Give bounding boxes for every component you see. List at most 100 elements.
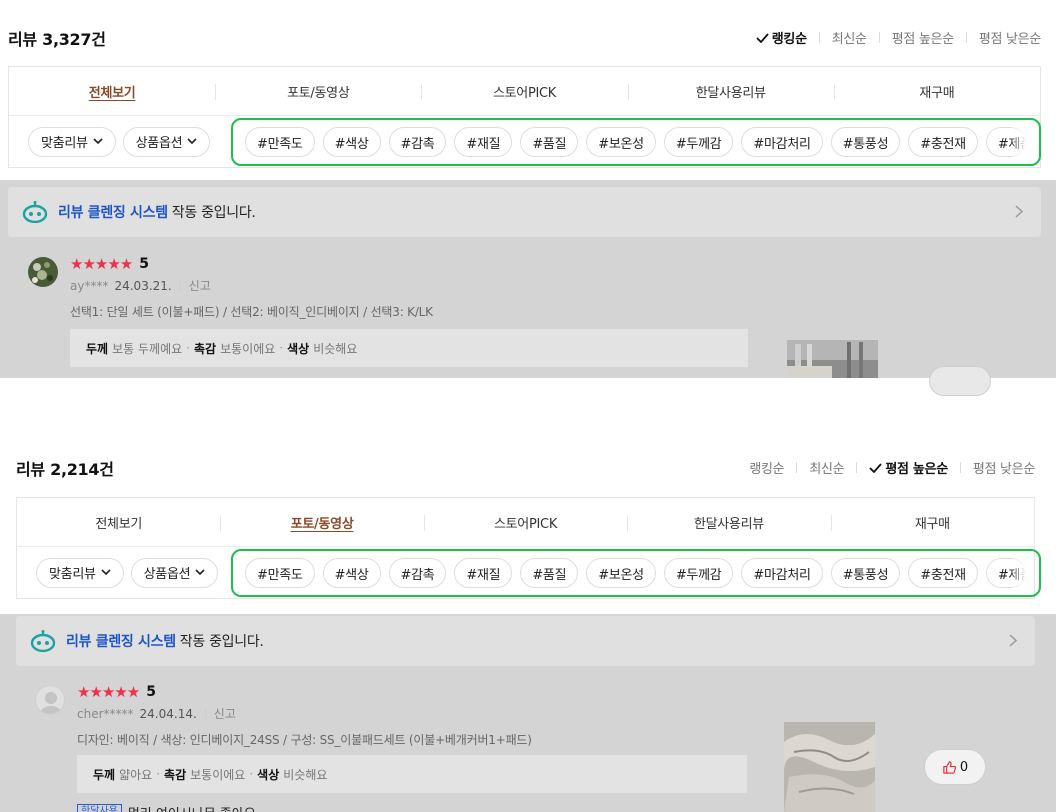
tab-photo-video[interactable]: 포토/동영상: [215, 67, 421, 115]
review-header: 리뷰 3,327건 랭킹순 최신순 평점 높은순 평점 낮은순: [0, 22, 1056, 52]
sort-rating-high[interactable]: 평점 높은순: [869, 458, 948, 477]
review-cleansing-banner[interactable]: 리뷰 클렌징 시스템 작동 중입니다.: [16, 616, 1035, 666]
chevron-down-icon: [93, 134, 103, 149]
sort-latest[interactable]: 최신순: [809, 458, 844, 477]
tag-finishing[interactable]: #마감처리: [741, 127, 823, 157]
tag-color[interactable]: #색상: [322, 558, 381, 588]
review-panel-2: 리뷰 2,214건 랭킹순 최신순 평점 높은순 평점 낮은순 전체보기 포토/…: [0, 430, 1056, 812]
tab-month-use[interactable]: 한달사용리뷰: [627, 67, 834, 115]
report-link[interactable]: 신고: [189, 277, 211, 294]
rating: ★★★★★ 5: [70, 255, 149, 273]
tag-product[interactable]: #제품: [985, 127, 1026, 157]
tab-photo-video[interactable]: 포토/동영상: [220, 498, 423, 546]
filter-bar: 맞춤리뷰 상품옵션 #만족도 #색상 #감촉 #재질 #품질 #보온성 #두께감…: [16, 547, 1041, 599]
product-option-dropdown[interactable]: 상품옵션: [130, 557, 219, 588]
avatar: [28, 257, 58, 287]
tab-store-pick[interactable]: 스토어PICK: [421, 67, 627, 115]
review-meta: ay**** 24.03.21. 신고: [70, 277, 211, 294]
tag-filling[interactable]: #충전재: [908, 127, 978, 157]
rating: ★★★★★ 5: [77, 683, 156, 701]
like-button[interactable]: [929, 366, 991, 396]
tag-thickness[interactable]: #두께감: [663, 558, 734, 588]
purchase-option: 선택1: 단일 세트 (이불+패드) / 선택2: 베이직_인디베이지 / 선택…: [70, 305, 433, 319]
tag-color[interactable]: #색상: [322, 127, 381, 157]
chevron-down-icon: [195, 565, 205, 580]
chevron-right-icon: [1015, 205, 1023, 218]
report-link[interactable]: 신고: [214, 705, 236, 722]
tab-repurchase[interactable]: 재구매: [833, 67, 1040, 115]
tab-all[interactable]: 전체보기: [17, 498, 220, 546]
sort-rating-low[interactable]: 평점 낮은순: [973, 458, 1035, 477]
sort-rating-low[interactable]: 평점 낮은순: [979, 28, 1041, 47]
chevron-down-icon: [101, 565, 111, 580]
tab-month-use[interactable]: 한달사용리뷰: [627, 498, 830, 546]
custom-review-dropdown[interactable]: 맞춤리뷰: [36, 557, 124, 588]
tag-breathability[interactable]: #통풍성: [830, 558, 901, 588]
review-count-title: 리뷰 3,327건: [8, 30, 106, 49]
tag-breathability[interactable]: #통풍성: [830, 127, 901, 157]
tag-filling[interactable]: #충전재: [908, 558, 978, 588]
purchase-option: 디자인: 베이직 / 색상: 인디베이지_24SS / 구성: SS_이불패드세…: [77, 733, 532, 747]
sort-latest[interactable]: 최신순: [832, 28, 867, 47]
sort-options: 랭킹순 최신순 평점 높은순 평점 낮은순: [749, 458, 1035, 477]
rating-score: 5: [146, 684, 156, 700]
thumbs-up-icon: [943, 760, 957, 774]
evaluation-summary: 두께 얇아요 · 촉감 보통이에요 · 색상 비슷해요: [77, 755, 747, 793]
review-photo-thumbnail[interactable]: [784, 722, 875, 812]
review-photo-thumbnail[interactable]: [787, 340, 878, 378]
review-tabs: 전체보기 포토/동영상 스토어PICK 한달사용리뷰 재구매: [16, 497, 1035, 547]
review-panel-1: 리뷰 3,327건 랭킹순 최신순 평점 높은순 평점 낮은순 전체보기 포토/…: [0, 0, 1056, 396]
review-cleansing-banner[interactable]: 리뷰 클렌징 시스템 작동 중입니다.: [8, 187, 1041, 237]
tag-touch[interactable]: #감촉: [388, 127, 447, 157]
chevron-right-icon: [1009, 634, 1017, 647]
tag-material[interactable]: #재질: [454, 127, 513, 157]
tag-quality[interactable]: #품질: [520, 127, 579, 157]
robot-icon: [30, 630, 56, 652]
tag-satisfaction[interactable]: #만족도: [245, 127, 315, 157]
tab-repurchase[interactable]: 재구매: [830, 498, 1034, 546]
rating-score: 5: [139, 256, 149, 272]
custom-review-dropdown[interactable]: 맞춤리뷰: [28, 126, 116, 157]
tag-warmth[interactable]: #보온성: [586, 558, 656, 588]
tab-store-pick[interactable]: 스토어PICK: [423, 498, 627, 546]
review-count-title: 리뷰 2,214건: [16, 460, 114, 479]
reviewer-id: cher*****: [77, 706, 134, 721]
review-body: 한달사용 멀리 여이시나무 좋아요: [77, 804, 256, 812]
star-icons: ★★★★★: [70, 255, 133, 273]
cleansing-rest: 작동 중입니다.: [171, 205, 256, 221]
tag-finishing[interactable]: #마감처리: [741, 558, 823, 588]
robot-icon: [22, 201, 48, 223]
tag-material[interactable]: #재질: [454, 558, 513, 588]
product-option-dropdown[interactable]: 상품옵션: [122, 126, 211, 157]
sort-options: 랭킹순 최신순 평점 높은순 평점 낮은순: [756, 28, 1041, 47]
review-date: 24.04.14.: [139, 706, 197, 721]
tag-warmth[interactable]: #보온성: [586, 127, 656, 157]
tag-thickness[interactable]: #두께감: [663, 127, 734, 157]
sort-ranking[interactable]: 랭킹순: [756, 28, 807, 47]
tag-product[interactable]: #제품: [985, 558, 1026, 588]
tab-all[interactable]: 전체보기: [9, 67, 215, 115]
review-meta: cher***** 24.04.14. 신고: [77, 705, 236, 722]
star-icons: ★★★★★: [77, 683, 140, 701]
review-item: ★★★★★ 5 ay**** 24.03.21. 신고 선택1: 단일 세트 (…: [0, 240, 1056, 396]
like-count: 0: [959, 759, 969, 775]
sort-ranking[interactable]: 랭킹순: [749, 458, 784, 477]
keyword-tag-list: #만족도 #색상 #감촉 #재질 #품질 #보온성 #두께감 #마감처리 #통풍…: [231, 118, 1041, 166]
evaluation-summary: 두께 보통 두께예요 · 촉감 보통이에요 · 색상 비슷해요: [70, 329, 748, 367]
review-tabs: 전체보기 포토/동영상 스토어PICK 한달사용리뷰 재구매: [8, 66, 1041, 116]
reviewer-id: ay****: [70, 278, 109, 293]
chevron-down-icon: [187, 134, 197, 149]
cleansing-rest: 작동 중입니다.: [179, 634, 264, 650]
like-button[interactable]: 0: [924, 749, 986, 785]
review-header: 리뷰 2,214건 랭킹순 최신순 평점 높은순 평점 낮은순: [0, 452, 1056, 482]
review-date: 24.03.21.: [114, 278, 172, 293]
month-use-badge: 한달사용: [77, 804, 122, 812]
tag-quality[interactable]: #품질: [520, 558, 579, 588]
sort-rating-high[interactable]: 평점 높은순: [892, 28, 954, 47]
tag-touch[interactable]: #감촉: [388, 558, 447, 588]
filter-bar: 맞춤리뷰 상품옵션 #만족도 #색상 #감촉 #재질 #품질 #보온성 #두께감…: [8, 116, 1041, 168]
review-item: ★★★★★ 5 cher***** 24.04.14. 신고 디자인: 베이직 …: [0, 670, 1056, 812]
tag-satisfaction[interactable]: #만족도: [245, 558, 315, 588]
keyword-tag-list: #만족도 #색상 #감촉 #재질 #품질 #보온성 #두께감 #마감처리 #통풍…: [231, 549, 1041, 597]
avatar: [35, 685, 65, 715]
